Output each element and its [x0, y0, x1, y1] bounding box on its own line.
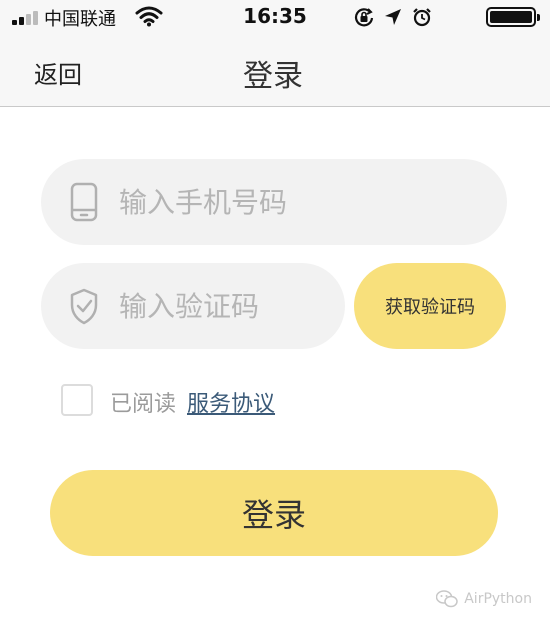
phone-icon — [70, 182, 98, 222]
get-code-button[interactable]: 获取验证码 — [354, 263, 506, 349]
code-input[interactable] — [119, 263, 329, 349]
terms-link[interactable]: 服务协议 — [187, 386, 275, 418]
status-bar: 中国联通 16:35 — [0, 0, 550, 34]
phone-field[interactable] — [41, 159, 507, 245]
page-title: 登录 — [243, 59, 303, 94]
shield-check-icon — [70, 288, 98, 325]
agreement-prefix: 已阅读 — [110, 392, 177, 417]
code-field[interactable] — [41, 263, 345, 349]
wechat-icon — [436, 590, 458, 608]
location-arrow-icon — [385, 9, 401, 25]
login-button[interactable]: 登录 — [50, 470, 498, 556]
agreement-checkbox[interactable] — [61, 384, 93, 416]
watermark-label: AirPython — [464, 591, 532, 607]
alarm-icon — [413, 8, 431, 27]
phone-input[interactable] — [119, 159, 489, 245]
nav-bar: 返回 登录 — [0, 34, 550, 107]
battery-icon — [486, 7, 540, 27]
status-time: 16:35 — [243, 4, 307, 28]
watermark: AirPython — [436, 590, 532, 608]
rotation-lock-icon — [354, 8, 374, 27]
login-screen: 中国联通 16:35 返回 登录 输入手机号码 输入验证码 获取验证码 已阅读 … — [0, 0, 550, 624]
